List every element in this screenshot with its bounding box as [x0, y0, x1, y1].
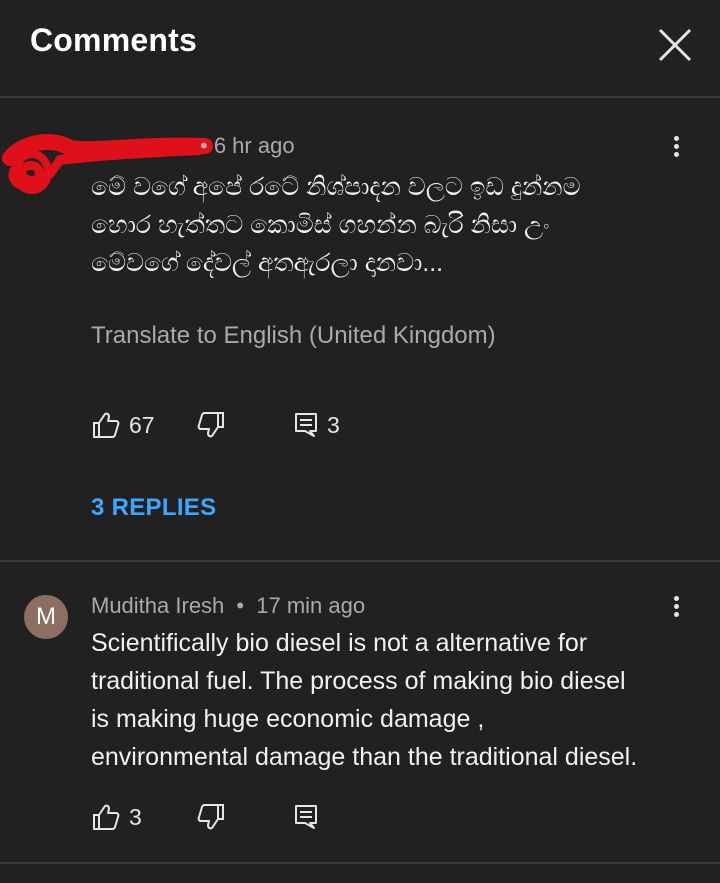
- comment-menu-button[interactable]: [664, 593, 688, 623]
- comment-separator: •: [200, 133, 208, 158]
- comment-divider: [0, 560, 720, 562]
- dislike-button[interactable]: [196, 410, 226, 440]
- thumb-down-icon: [197, 804, 224, 830]
- comment-divider: [0, 862, 720, 864]
- more-vert-icon: [673, 596, 679, 601]
- comment-line: හොර හැත්තට කොමිස් ගහන්න බැරි නිසා උං: [91, 211, 550, 239]
- comment-line: Scientifically bio diesel is not a alter…: [91, 629, 588, 657]
- avatar[interactable]: M: [24, 595, 68, 639]
- more-vert-icon: [673, 136, 679, 141]
- comment-author[interactable]: Muditha Iresh: [91, 593, 224, 618]
- comment-text: Scientifically bio diesel is not a alter…: [91, 624, 637, 776]
- thumb-up-icon: [93, 412, 120, 438]
- comment-separator: •: [236, 593, 245, 618]
- dislike-button[interactable]: [196, 802, 226, 832]
- comment-line: traditional fuel. The process of making …: [91, 667, 626, 695]
- header-divider: [0, 96, 720, 98]
- comment-line: is making huge economic damage ,: [91, 705, 485, 733]
- comment-time: 17 min ago: [256, 593, 366, 618]
- comment-icon: [295, 413, 317, 437]
- comment-line: environmental damage than the traditiona…: [91, 743, 638, 771]
- comment-time: 6 hr ago: [213, 133, 295, 158]
- comment-icon: [295, 805, 317, 829]
- thumb-up-icon: [93, 804, 120, 830]
- like-count: 3: [129, 803, 142, 830]
- reply-button[interactable]: 3: [293, 410, 340, 440]
- reply-button[interactable]: [293, 802, 319, 832]
- close-button[interactable]: [652, 22, 698, 68]
- page-title: Comments: [30, 22, 197, 58]
- comment-text: මේ වගේ අපේ රටේ නිශ්පාදන වලට ඉඩ දුන්නම හො…: [91, 168, 581, 282]
- comment-line: මේ වගේ අපේ රටේ නිශ්පාදන වලට ඉඩ දුන්නම: [91, 173, 581, 201]
- comment-menu-button[interactable]: [664, 133, 688, 163]
- like-count: 67: [129, 411, 155, 438]
- comment-meta: Muditha Iresh • 17 min ago: [91, 593, 365, 619]
- view-replies-button[interactable]: 3 REPLIES: [91, 494, 216, 522]
- reply-count: 3: [327, 411, 340, 438]
- thumb-down-icon: [197, 412, 224, 438]
- like-button[interactable]: 3: [91, 802, 142, 832]
- comments-header: Comments: [0, 0, 720, 88]
- comment-line: මේවගේ දේවල් අතඇරලා දානවා...: [91, 249, 444, 277]
- close-icon: [658, 28, 692, 62]
- translate-link[interactable]: Translate to English (United Kingdom): [91, 322, 496, 350]
- like-button[interactable]: 67: [91, 410, 155, 440]
- comment-meta: • 6 hr ago: [200, 133, 295, 159]
